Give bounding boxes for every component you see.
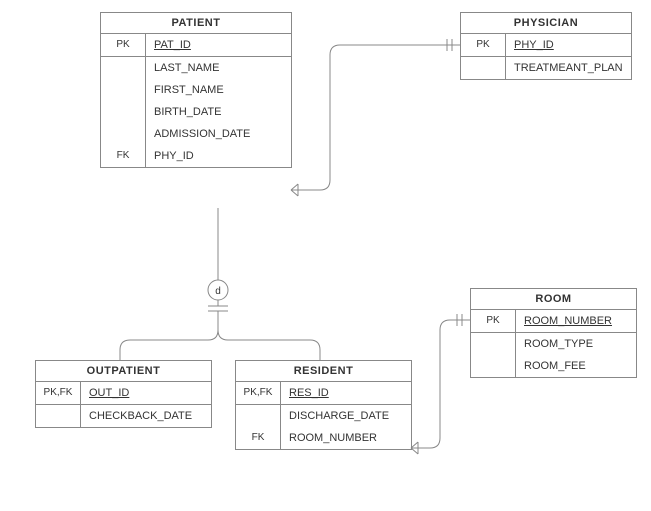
attr-cell: ROOM_NUMBER	[516, 310, 636, 333]
attr-cell: PHY_ID	[146, 145, 291, 167]
attr-cell: ADMISSION_DATE	[146, 123, 291, 145]
attr-cell: FIRST_NAME	[146, 79, 291, 101]
key-cell	[36, 405, 81, 427]
attr-cell: CHECKBACK_DATE	[81, 405, 211, 427]
conn-patient-physician	[291, 45, 460, 190]
conn-resident-room	[411, 320, 470, 448]
key-cell: PK,FK	[236, 382, 281, 405]
attr-cell: TREATMEANT_PLAN	[506, 57, 631, 79]
key-cell	[461, 57, 506, 79]
disjoint-label: d	[215, 286, 221, 297]
key-cell: PK	[101, 34, 146, 57]
key-cell: FK	[236, 427, 281, 449]
entity-outpatient: OUTPATIENT PK,FK OUT_ID CHECKBACK_DATE	[35, 360, 212, 428]
key-cell: PK,FK	[36, 382, 81, 405]
key-cell: PK	[461, 34, 506, 57]
attr-cell: PAT_ID	[146, 34, 291, 57]
entity-title: ROOM	[471, 289, 636, 310]
attr-cell: PHY_ID	[506, 34, 631, 57]
attr-cell: ROOM_NUMBER	[281, 427, 411, 449]
key-cell	[101, 101, 146, 123]
entity-title: PATIENT	[101, 13, 291, 34]
entity-title: RESIDENT	[236, 361, 411, 382]
entity-title: PHYSICIAN	[461, 13, 631, 34]
key-cell: FK	[101, 145, 146, 167]
entity-patient: PATIENT PK PAT_ID LAST_NAME FIRST_NAME B…	[100, 12, 292, 168]
key-cell	[101, 123, 146, 145]
attr-cell: BIRTH_DATE	[146, 101, 291, 123]
key-cell	[101, 57, 146, 79]
entity-title: OUTPATIENT	[36, 361, 211, 382]
attr-cell: RES_ID	[281, 382, 411, 405]
entity-room: ROOM PK ROOM_NUMBER ROOM_TYPE ROOM_FEE	[470, 288, 637, 378]
erd-canvas: PATIENT PK PAT_ID LAST_NAME FIRST_NAME B…	[0, 0, 651, 511]
attr-cell: ROOM_FEE	[516, 355, 636, 377]
attr-cell: LAST_NAME	[146, 57, 291, 79]
key-cell	[471, 355, 516, 377]
attr-cell: DISCHARGE_DATE	[281, 405, 411, 427]
entity-resident: RESIDENT PK,FK RES_ID DISCHARGE_DATE FKR…	[235, 360, 412, 450]
entity-physician: PHYSICIAN PK PHY_ID TREATMEANT_PLAN	[460, 12, 632, 80]
key-cell	[471, 333, 516, 355]
attr-cell: OUT_ID	[81, 382, 211, 405]
key-cell	[236, 405, 281, 427]
key-cell: PK	[471, 310, 516, 333]
key-cell	[101, 79, 146, 101]
attr-cell: ROOM_TYPE	[516, 333, 636, 355]
